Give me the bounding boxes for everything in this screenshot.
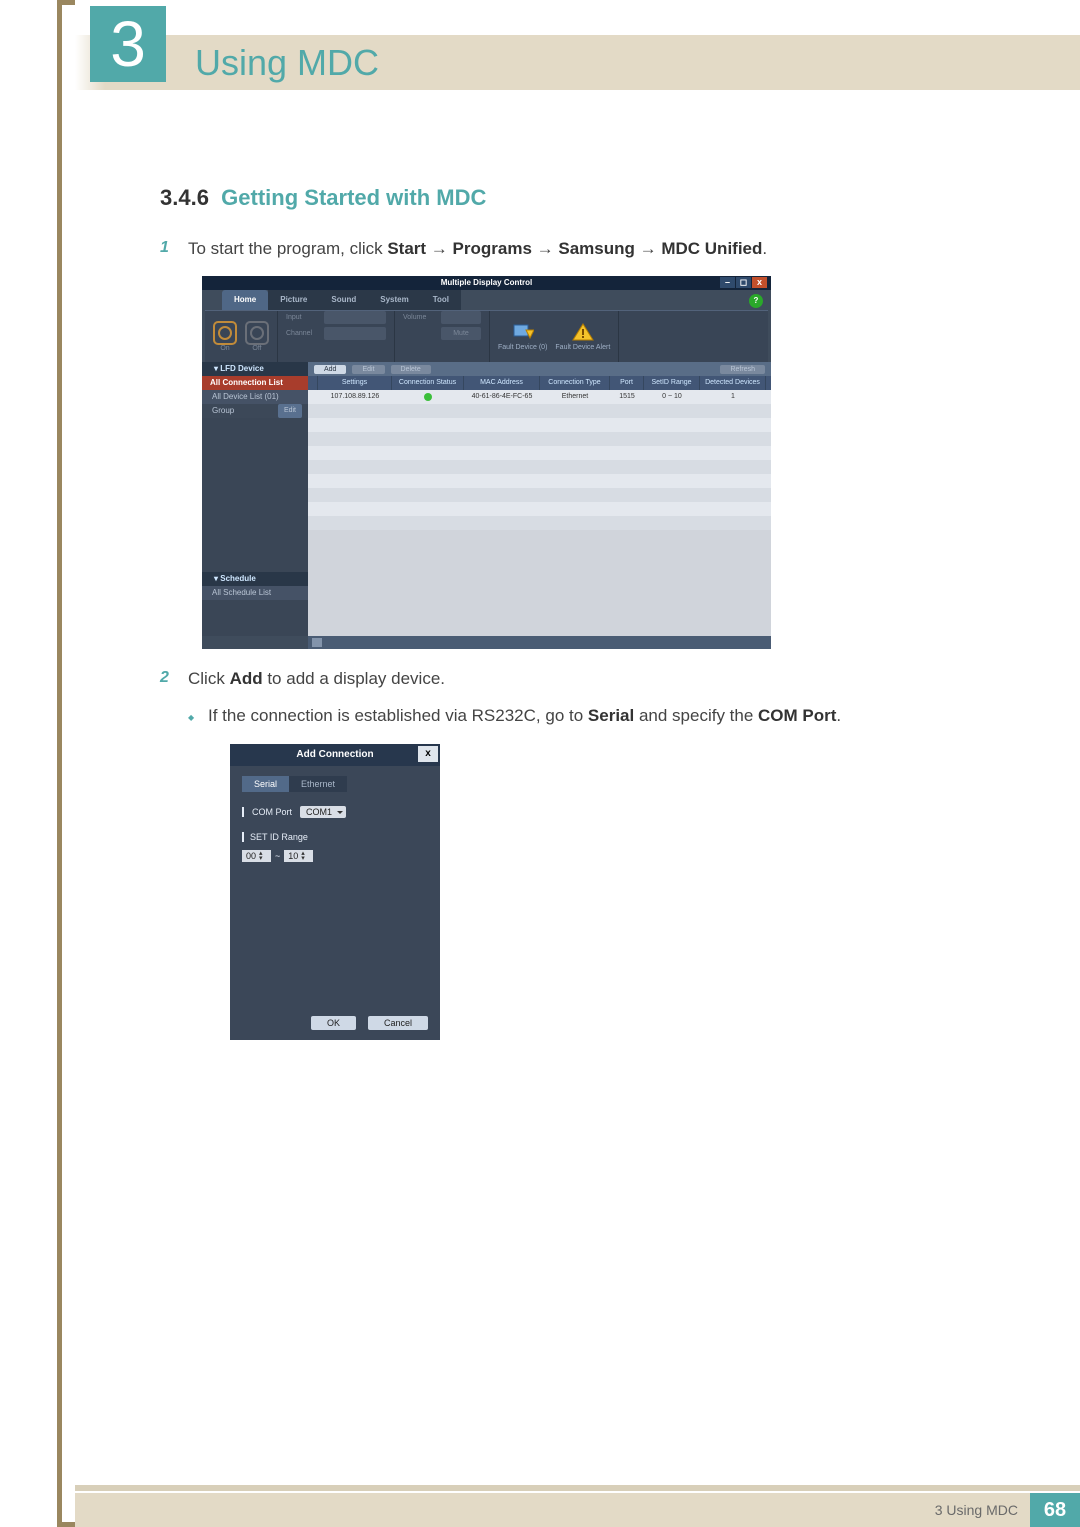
page-number: 68 [1030,1493,1080,1527]
ribbon-tabs: Home Picture Sound System Tool [222,290,461,310]
refresh-button[interactable]: Refresh [720,365,765,374]
mute-button[interactable]: Mute [441,327,481,340]
sidebar-all-schedule[interactable]: All Schedule List [202,586,308,600]
help-icon[interactable]: ? [749,294,763,308]
com-port-field: COM Port COM1 [242,806,428,818]
horizontal-scrollbar[interactable] [308,636,771,649]
left-bracket [57,0,75,1527]
mdc-main-screenshot: Multiple Display Control – ◻ x ? Home Pi… [202,276,771,649]
power-on-icon[interactable] [213,321,237,345]
dialog-title: Add Connection x [230,744,440,766]
tab-sound[interactable]: Sound [319,290,368,310]
power-off-icon[interactable] [245,321,269,345]
tab-ethernet[interactable]: Ethernet [289,776,347,792]
set-id-field: SET ID Range 00▴▾ ~ 10▴▾ [242,832,428,862]
page-footer: 3 Using MDC 68 [75,1493,1080,1527]
window-title: Multiple Display Control [202,276,771,290]
step-2: 2 Click Add to add a display device. [160,665,985,692]
tab-home[interactable]: Home [222,290,268,310]
dialog-tabs: Serial Ethernet [242,776,428,792]
sidebar-all-connection[interactable]: All Connection List [202,376,308,390]
sidebar-group[interactable]: GroupEdit [202,404,308,418]
table-row[interactable]: 107.108.89.12640-61-86-4E-FC-65Ethernet1… [308,390,771,404]
maximize-icon[interactable]: ◻ [736,277,751,288]
window-buttons: – ◻ x [720,277,767,288]
set-id-to[interactable]: 10▴▾ [284,850,313,862]
table-header: SettingsConnection StatusMAC AddressConn… [308,376,771,390]
input-select[interactable] [324,311,386,324]
volume-select[interactable] [441,311,481,324]
ribbon: On Off Input Channel Volume Mute Fault D… [205,310,768,362]
chapter-title: Using MDC [195,42,379,84]
sidebar: ▾ LFD Device All Connection List All Dev… [202,362,308,636]
cancel-button[interactable]: Cancel [368,1016,428,1030]
sidebar-schedule-header[interactable]: ▾ Schedule [202,572,308,586]
ok-button[interactable]: OK [311,1016,356,1030]
chapter-number: 3 [90,6,166,82]
minimize-icon[interactable]: – [720,277,735,288]
chapter-header: Using MDC [75,35,1080,90]
add-button[interactable]: Add [314,365,346,374]
fault-device-icon[interactable]: Fault Device (0) [498,322,547,351]
section-heading: 3.4.6 Getting Started with MDC [160,185,985,211]
edit-button[interactable]: Edit [352,365,384,374]
tab-serial[interactable]: Serial [242,776,289,792]
footer-chapter: 3 Using MDC [935,1502,1018,1518]
step-2-bullet: ◆ If the connection is established via R… [188,706,985,730]
close-icon[interactable]: x [752,277,767,288]
main-panel: Add Edit Delete Refresh SettingsConnecti… [308,362,771,636]
sidebar-all-device[interactable]: All Device List (01) [202,390,308,404]
tab-picture[interactable]: Picture [268,290,319,310]
set-id-from[interactable]: 00▴▾ [242,850,271,862]
channel-select[interactable] [324,327,386,340]
delete-button[interactable]: Delete [391,365,431,374]
add-connection-dialog: Add Connection x Serial Ethernet COM Por… [230,744,440,1040]
content: 3.4.6 Getting Started with MDC 1 To star… [160,185,985,1040]
tab-tool[interactable]: Tool [421,290,461,310]
footer-accent [75,1485,1080,1491]
sidebar-lfd-header[interactable]: ▾ LFD Device [202,362,308,376]
fault-alert-icon[interactable]: Fault Device Alert [555,322,610,351]
com-port-select[interactable]: COM1 [300,806,346,818]
connection-status-icon [424,393,432,401]
close-icon[interactable]: x [418,746,438,762]
step-1: 1 To start the program, click Start → Pr… [160,235,985,262]
tab-system[interactable]: System [368,290,420,310]
group-edit-button[interactable]: Edit [278,404,302,418]
